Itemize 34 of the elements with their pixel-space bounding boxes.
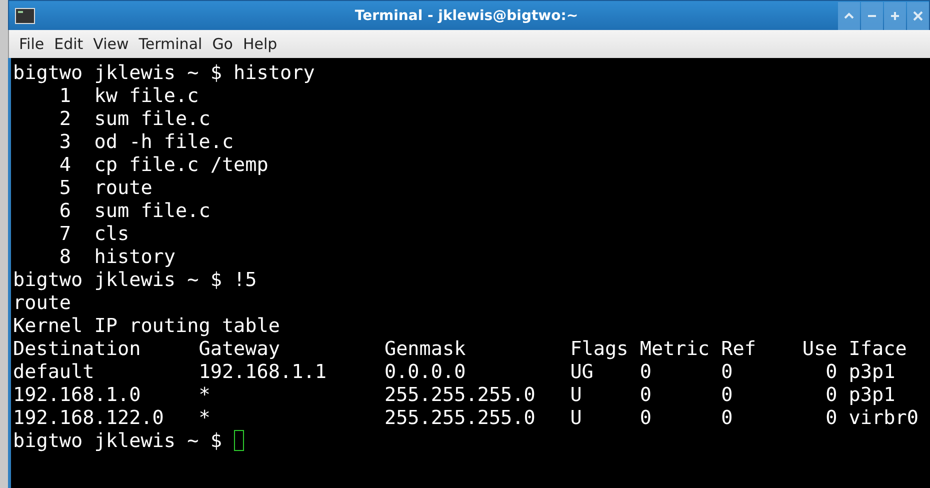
terminal-line: route bbox=[13, 291, 72, 314]
plus-icon bbox=[890, 10, 900, 20]
terminal-line: 3 od -h file.c bbox=[58, 130, 235, 153]
terminal-line: 1 kw file.c bbox=[58, 84, 200, 107]
terminal-prompt: bigtwo jklewis ~ $ bbox=[13, 429, 223, 452]
terminal-line: 6 sum file.c bbox=[58, 199, 212, 222]
terminal-line: 7 cls bbox=[58, 222, 130, 245]
menu-item[interactable]: Help bbox=[238, 35, 282, 53]
maximize-up-icon bbox=[844, 10, 854, 20]
minimize-icon bbox=[867, 14, 877, 16]
terminal-line: 4 cp file.c /temp bbox=[58, 153, 270, 176]
maximize-up-button[interactable] bbox=[838, 2, 860, 30]
terminal-icon bbox=[15, 8, 35, 24]
window-title: Terminal - jklewis@bigtwo:~ bbox=[354, 8, 580, 24]
terminal-line: 8 history bbox=[58, 245, 177, 268]
terminal-line: Destination Gateway Genmask Flags Metric Ref Use Iface bbox=[13, 337, 908, 360]
terminal-line: default 192.168.1.1 0.0.0.0 UG 0 0 0 p3p1 bbox=[13, 360, 896, 383]
terminal-line: 2 sum file.c bbox=[58, 107, 212, 130]
menu-item[interactable]: Edit bbox=[49, 35, 88, 53]
minimize-button[interactable] bbox=[861, 2, 883, 30]
text-cursor bbox=[234, 430, 244, 451]
terminal-line: bigtwo jklewis ~ $ history bbox=[13, 61, 316, 84]
menu-item[interactable]: Terminal bbox=[134, 35, 208, 53]
terminal-line: 5 route bbox=[58, 176, 154, 199]
terminal-line: 192.168.1.0 * 255.255.255.0 U 0 0 0 p3p1 bbox=[13, 383, 896, 406]
plus-button[interactable] bbox=[884, 2, 906, 30]
terminal-line: bigtwo jklewis ~ $ !5 bbox=[13, 268, 258, 291]
menu-item[interactable]: View bbox=[88, 35, 134, 53]
close-icon bbox=[913, 10, 923, 20]
close-button[interactable] bbox=[907, 2, 929, 30]
terminal-line: Kernel IP routing table bbox=[13, 314, 281, 337]
terminal-line: 192.168.122.0 * 255.255.255.0 U 0 0 0 virbr0 bbox=[13, 406, 920, 429]
menu-item[interactable]: File bbox=[9, 35, 50, 53]
menu-item[interactable]: Go bbox=[207, 35, 238, 53]
